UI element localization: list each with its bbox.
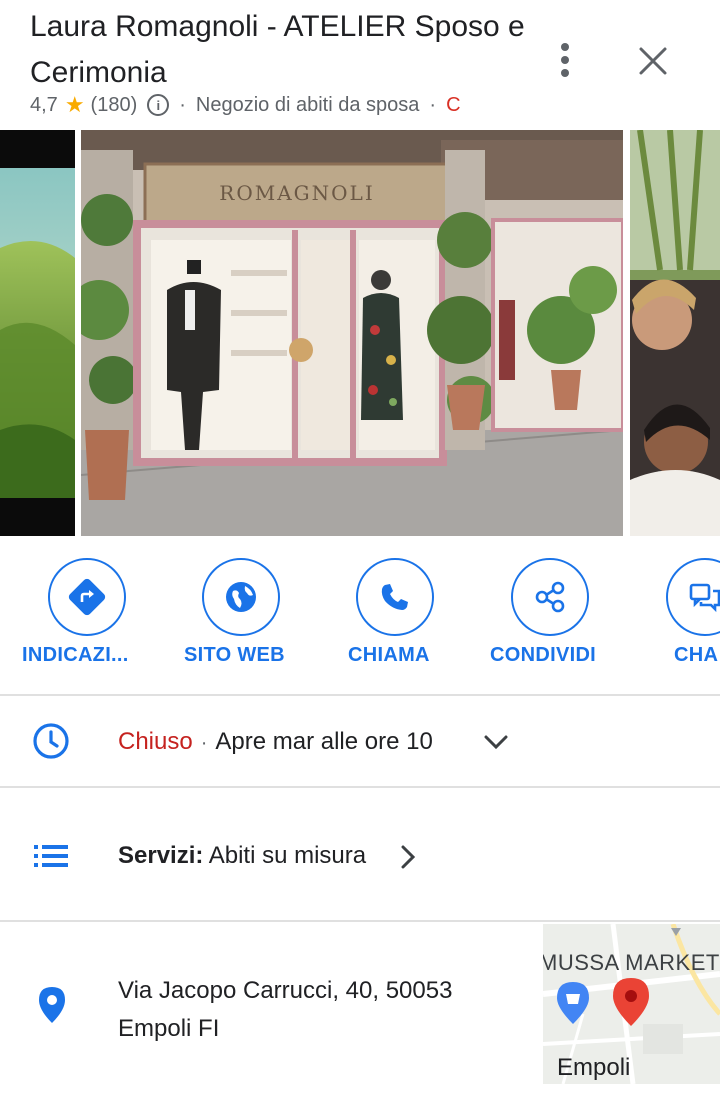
directions-label: INDICAZI... (22, 644, 129, 666)
website-button[interactable]: SITO WEB (162, 556, 322, 676)
close-icon[interactable] (632, 40, 674, 82)
website-circle (202, 558, 280, 636)
more-options-button[interactable] (548, 40, 582, 80)
rating-line: 4,7 ★ (180) i · Negozio di abiti da spos… (30, 90, 461, 120)
chat-button[interactable]: CHA (626, 556, 720, 676)
globe-icon (226, 582, 256, 612)
directions-icon (68, 578, 106, 616)
clock-icon (33, 723, 69, 759)
map-label-city: Empoli (557, 1054, 631, 1081)
more-vert-icon-dot (561, 56, 569, 64)
status-short: C (446, 93, 461, 116)
call-circle (356, 558, 434, 636)
services-value: Abiti su misura (208, 842, 367, 869)
chevron-right-icon (401, 845, 416, 869)
address-text: Via Jacopo Carrucci, 40, 50053 Empoli FI (118, 972, 452, 1048)
closed-status: Chiuso (118, 728, 193, 755)
chat-label: CHA (674, 644, 719, 666)
hours-text: Chiuso · Apre mar alle ore 10 (118, 728, 433, 756)
services-text: Servizi: Abiti su misura (118, 842, 366, 870)
star-icon: ★ (64, 92, 85, 117)
action-bar: INDICAZI... SITO WEB CHIAMA CONDIVIDI CH… (0, 556, 720, 676)
store-sign: ROMAGNOLI (219, 181, 374, 205)
share-icon (535, 581, 565, 613)
map-label-poi: MUSSA MARKET (543, 950, 720, 975)
next-open: Apre mar alle ore 10 (215, 728, 433, 755)
place-title: Laura Romagnoli - ATELIER Sposo e Cerimo… (30, 10, 525, 89)
photo-landscape[interactable] (0, 130, 75, 536)
more-vert-icon (561, 43, 569, 51)
hours-row[interactable]: Chiuso · Apre mar alle ore 10 (0, 696, 720, 786)
share-label: CONDIVIDI (490, 644, 597, 666)
hours-separator: · (200, 732, 208, 754)
info-icon[interactable]: i (147, 94, 170, 116)
photo-storefront[interactable]: ROMAGNOLI (81, 130, 623, 536)
more-vert-icon-dot (561, 69, 569, 77)
map-thumbnail[interactable]: MUSSA MARKET Empoli (543, 924, 720, 1084)
address-line1: Via Jacopo Carrucci, 40, 50053 (118, 977, 453, 1004)
chat-circle (666, 558, 720, 636)
directions-circle (48, 558, 126, 636)
call-label: CHIAMA (348, 644, 430, 666)
separator-dot: · (429, 93, 437, 116)
photo-staff[interactable] (630, 130, 720, 536)
call-button[interactable]: CHIAMA (316, 556, 476, 676)
photo-gallery[interactable]: ROMAGNOLI (0, 130, 720, 536)
chevron-down-icon[interactable] (484, 734, 508, 750)
location-pin-icon (39, 987, 65, 1023)
place-header: Laura Romagnoli - ATELIER Sposo e Cerimo… (0, 0, 720, 130)
website-label: SITO WEB (184, 644, 285, 666)
separator-dot: · (179, 93, 186, 116)
services-row[interactable]: Servizi: Abiti su misura (0, 788, 720, 920)
review-count[interactable]: (180) (91, 94, 138, 117)
chat-icon (689, 583, 720, 613)
directions-button[interactable]: INDICAZI... (8, 556, 168, 676)
category: Negozio di abiti da sposa (195, 93, 420, 116)
list-icon (34, 845, 68, 867)
address-line2: Empoli FI (118, 1015, 220, 1042)
services-label: Servizi: (118, 842, 204, 869)
rating-value: 4,7 (30, 93, 58, 116)
phone-icon (381, 584, 408, 610)
share-button[interactable]: CONDIVIDI (470, 556, 630, 676)
share-circle (511, 558, 589, 636)
